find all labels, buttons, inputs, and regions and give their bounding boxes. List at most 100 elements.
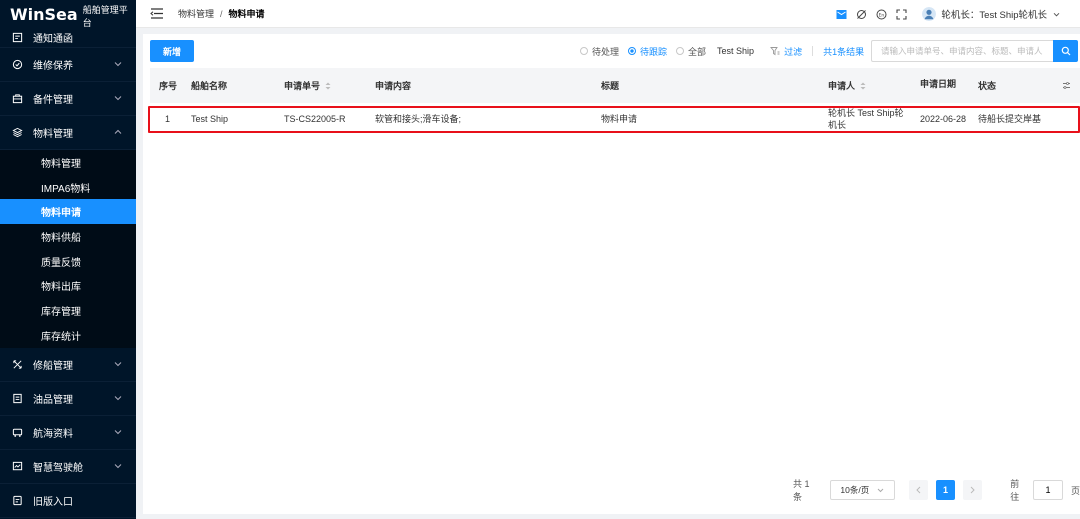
sidebar-item-maintenance[interactable]: 维修保养 bbox=[0, 48, 136, 82]
sidebar-item-label: 智慧驾驶舱 bbox=[33, 462, 83, 474]
filter-button[interactable]: 过滤 bbox=[770, 45, 802, 58]
chevron-down-icon bbox=[1053, 12, 1060, 17]
sidebar-item-spare-parts[interactable]: 备件管理 bbox=[0, 82, 136, 116]
page-number-button[interactable]: 1 bbox=[935, 480, 956, 500]
sidebar-item-cockpit[interactable]: 智慧驾驶舱 bbox=[0, 450, 136, 484]
breadcrumb-separator: / bbox=[220, 8, 223, 19]
column-header-label: 申请单号 bbox=[284, 81, 321, 91]
sort-icon[interactable] bbox=[860, 82, 866, 90]
submenu-item-material-request[interactable]: 物料申请 bbox=[0, 199, 136, 225]
header-actions: En 轮机长：Test Ship轮机长 bbox=[836, 0, 1060, 28]
cockpit-icon bbox=[11, 460, 23, 472]
radio-tracking[interactable]: 待跟踪 bbox=[628, 45, 667, 58]
sidebar-item-label: 物料管理 bbox=[33, 129, 73, 140]
svg-text:En: En bbox=[879, 12, 885, 18]
sidebar-item-material[interactable]: 物料管理 bbox=[0, 116, 136, 150]
cell-applicant: 轮机长 Test Ship轮机长 bbox=[828, 107, 904, 131]
radio-dot bbox=[676, 47, 685, 55]
radio-label: 待跟踪 bbox=[640, 46, 668, 57]
sort-icon[interactable] bbox=[325, 82, 331, 90]
submenu-item-material-supply[interactable]: 物料供船 bbox=[0, 224, 136, 249]
chevron-down-icon bbox=[114, 361, 122, 366]
column-header-status: 状态 bbox=[978, 81, 997, 91]
column-header-number[interactable]: 申请单号 bbox=[284, 79, 331, 92]
user-name: 轮机长：Test Ship轮机长 bbox=[941, 10, 1047, 21]
radio-pending[interactable]: 待处理 bbox=[580, 45, 619, 58]
divider bbox=[812, 46, 814, 56]
ship-repair-icon bbox=[11, 358, 23, 370]
language-icon[interactable]: En bbox=[876, 9, 887, 20]
cell-number: TS-CS22005-R bbox=[284, 114, 346, 124]
next-page-button[interactable] bbox=[963, 480, 983, 500]
submenu-item-material-mgmt[interactable]: 物料管理 bbox=[0, 150, 136, 175]
app-logo[interactable]: WinSea 船舶管理平台 bbox=[0, 0, 136, 28]
radio-dot bbox=[628, 47, 637, 55]
top-header: 物料管理 / 物料申请 En 轮机长：Test Ship轮机长 bbox=[136, 0, 1080, 28]
breadcrumb-item-current: 物料申请 bbox=[228, 9, 265, 19]
sidebar-item-label: 航海资料 bbox=[33, 428, 73, 440]
sidebar-item-label: 旧版入口 bbox=[33, 496, 73, 508]
search-button[interactable] bbox=[1053, 40, 1078, 62]
submenu-item-inventory-stats[interactable]: 库存统计 bbox=[0, 323, 136, 348]
mail-icon[interactable] bbox=[836, 9, 847, 20]
column-header-date: 申请日期 bbox=[920, 79, 957, 89]
maintenance-icon bbox=[11, 59, 23, 71]
avatar bbox=[922, 7, 937, 21]
search-box bbox=[871, 40, 1078, 62]
sidebar-item-ship-repair[interactable]: 修船管理 bbox=[0, 348, 136, 382]
user-menu[interactable]: 轮机长：Test Ship轮机长 bbox=[922, 7, 1060, 21]
page-size-value: 10条/页 bbox=[840, 485, 870, 495]
filter-icon bbox=[770, 47, 780, 56]
search-icon bbox=[1061, 46, 1070, 56]
sidebar-item-nautical-data[interactable]: 航海资料 bbox=[0, 416, 136, 450]
nautical-data-icon bbox=[11, 426, 23, 438]
toolbar: 新增 待处理 待跟踪 全部 Test Ship 过滤 共1条结果 bbox=[143, 34, 1080, 68]
chevron-left-icon bbox=[916, 486, 921, 494]
chevron-down-icon bbox=[114, 429, 122, 434]
fullscreen-icon[interactable] bbox=[896, 8, 907, 20]
search-input[interactable] bbox=[871, 40, 1053, 62]
cell-content: 软管和接头;滑车设备; bbox=[375, 114, 462, 124]
cell-date: 2022-06-28 bbox=[920, 114, 967, 124]
chevron-down-icon bbox=[114, 395, 122, 400]
table-row[interactable]: 1 Test Ship TS-CS22005-R 软管和接头;滑车设备; 物料申… bbox=[150, 103, 1080, 135]
submenu-item-quality-feedback[interactable]: 质量反馈 bbox=[0, 249, 136, 274]
chevron-down-icon bbox=[114, 463, 122, 468]
sidebar-item-label: 油品管理 bbox=[33, 394, 73, 406]
page-size-select[interactable]: 10条/页 bbox=[829, 480, 895, 500]
column-header-applicant[interactable]: 申请人 bbox=[828, 79, 866, 92]
sidebar-item-label: 通知通函 bbox=[33, 34, 73, 45]
submenu-item-material-outbound[interactable]: 物料出库 bbox=[0, 273, 136, 298]
goto-page-input[interactable] bbox=[1032, 480, 1063, 500]
chevron-up-icon bbox=[114, 129, 122, 134]
pagination: 共 1 条 10条/页 1 前往 页 bbox=[793, 477, 1080, 503]
column-settings-icon[interactable] bbox=[1062, 81, 1071, 90]
submenu-item-inventory-mgmt[interactable]: 库存管理 bbox=[0, 298, 136, 323]
cell-ship: Test Ship bbox=[191, 114, 229, 124]
sidebar: WinSea 船舶管理平台 通知通函 维修保养 备件管理 物料管理 物料管理 I… bbox=[0, 0, 136, 519]
add-button[interactable]: 新增 bbox=[150, 40, 194, 62]
prev-page-button[interactable] bbox=[908, 480, 928, 500]
spare-parts-icon bbox=[11, 93, 23, 105]
material-icon bbox=[11, 127, 23, 139]
submenu-item-impa6[interactable]: IMPA6物料 bbox=[0, 175, 136, 200]
result-count: 共1条结果 bbox=[823, 46, 865, 57]
goto-suffix: 页 bbox=[1070, 485, 1080, 496]
column-header-ship: 船舶名称 bbox=[191, 81, 228, 91]
material-submenu: 物料管理 IMPA6物料 物料申请 物料供船 质量反馈 物料出库 库存管理 库存… bbox=[0, 150, 136, 348]
radio-label: 待处理 bbox=[592, 46, 620, 57]
cell-index: 1 bbox=[165, 114, 171, 124]
hide-icon[interactable] bbox=[856, 9, 867, 20]
notice-icon bbox=[11, 32, 23, 44]
sidebar-item-old-entry[interactable]: 旧版入口 bbox=[0, 484, 136, 518]
ship-selector[interactable]: Test Ship bbox=[717, 46, 754, 56]
sidebar-item-oil[interactable]: 油品管理 bbox=[0, 382, 136, 416]
breadcrumb-item-material[interactable]: 物料管理 bbox=[178, 7, 214, 20]
radio-all[interactable]: 全部 bbox=[676, 45, 706, 58]
brand-name: WinSea bbox=[10, 4, 78, 24]
cell-title: 物料申请 bbox=[601, 114, 638, 124]
sidebar-item-label: 维修保养 bbox=[33, 61, 73, 72]
menu-toggle-icon[interactable] bbox=[150, 8, 164, 19]
sidebar-item-notice[interactable]: 通知通函 bbox=[0, 28, 136, 48]
goto-page: 前往 页 bbox=[1010, 477, 1080, 503]
